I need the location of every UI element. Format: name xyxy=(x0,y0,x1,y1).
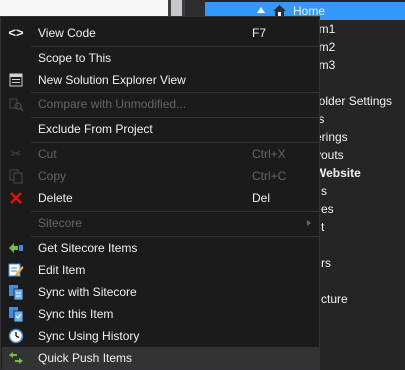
sync-item-icon xyxy=(8,306,24,322)
new-window-icon xyxy=(8,72,24,88)
tree-item[interactable]: holder Settings xyxy=(312,92,392,110)
menu-item-delete[interactable]: Delete Del xyxy=(2,187,320,209)
tree-item[interactable]: t xyxy=(321,218,324,236)
tree-item[interactable]: Website xyxy=(315,164,361,182)
menu-item-sitecore-submenu[interactable]: Sitecore xyxy=(2,212,320,234)
edit-icon xyxy=(8,262,24,278)
menu-item-label: Scope to This xyxy=(38,51,112,65)
menu-item-label: Delete xyxy=(38,191,73,205)
menu-item-shortcut: Ctrl+C xyxy=(252,169,287,183)
delete-icon xyxy=(8,190,24,206)
history-icon xyxy=(8,328,24,344)
context-menu: <> View Code F7 Scope to This New Soluti… xyxy=(0,16,320,370)
menu-item-new-solution-explorer-view[interactable]: New Solution Explorer View xyxy=(2,69,320,91)
menu-item-quick-push-items[interactable]: Quick Push Items xyxy=(2,347,320,369)
menu-item-get-sitecore-items[interactable]: Get Sitecore Items xyxy=(2,237,320,259)
menu-item-label: Exclude From Project xyxy=(38,122,153,136)
menu-item-label: New Solution Explorer View xyxy=(38,73,186,87)
menu-item-label: Cut xyxy=(38,147,57,161)
menu-item-label: Sitecore xyxy=(38,216,83,230)
get-items-icon xyxy=(8,240,24,256)
sync-icon xyxy=(8,284,24,300)
menu-item-shortcut: F7 xyxy=(252,26,267,40)
menu-item-scope-to-this[interactable]: Scope to This xyxy=(2,47,320,69)
menu-item-shortcut: Del xyxy=(252,191,271,205)
quick-push-icon xyxy=(8,350,24,366)
tree-item[interactable]: rs xyxy=(321,254,331,272)
menu-item-shortcut: Ctrl+X xyxy=(252,147,286,161)
scissors-icon: ✂ xyxy=(10,146,22,161)
menu-item-cut[interactable]: ✂ Cut Ctrl+X xyxy=(2,143,320,165)
scrollbar-thumb[interactable] xyxy=(171,0,182,16)
menu-item-sync-with-sitecore[interactable]: Sync with Sitecore xyxy=(2,281,320,303)
menu-item-compare-with-unmodified[interactable]: Compare with Unmodified... xyxy=(2,93,320,115)
submenu-arrow-icon xyxy=(307,220,311,226)
menu-item-exclude-from-project[interactable]: Exclude From Project xyxy=(2,118,320,140)
editor-background xyxy=(0,0,168,16)
menu-item-copy[interactable]: Copy Ctrl+C xyxy=(2,165,320,187)
menu-item-view-code[interactable]: <> View Code F7 xyxy=(2,22,320,44)
menu-item-edit-item[interactable]: Edit Item xyxy=(2,259,320,281)
menu-item-label: Get Sitecore Items xyxy=(38,241,138,255)
tree-item[interactable]: cture xyxy=(321,290,348,308)
expand-arrow-icon[interactable] xyxy=(257,7,265,13)
menu-item-sync-using-history[interactable]: Sync Using History xyxy=(2,325,320,347)
menu-item-label: View Code xyxy=(38,26,96,40)
code-brackets-icon: <> xyxy=(8,25,24,40)
menu-item-label: Sync with Sitecore xyxy=(38,285,137,299)
copy-icon xyxy=(8,168,24,184)
compare-icon xyxy=(8,96,24,112)
menu-item-label: Quick Push Items xyxy=(38,351,133,365)
menu-item-label: Sync this Item xyxy=(38,307,114,321)
menu-item-label: Edit Item xyxy=(38,263,86,277)
tree-item[interactable]: s xyxy=(321,182,327,200)
menu-item-label: Compare with Unmodified... xyxy=(38,97,187,111)
tree-item[interactable]: es xyxy=(321,200,334,218)
menu-item-sync-this-item[interactable]: Sync this Item xyxy=(2,303,320,325)
menu-item-label: Copy xyxy=(38,169,67,183)
menu-item-label: Sync Using History xyxy=(38,329,140,343)
